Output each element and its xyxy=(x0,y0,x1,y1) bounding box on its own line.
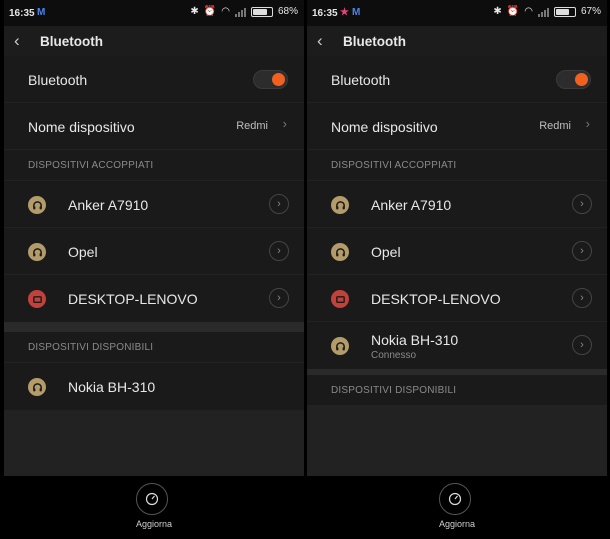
device-details-button[interactable]: › xyxy=(269,288,289,308)
section-label: DISPOSITIVI ACCOPPIATI xyxy=(331,160,457,171)
device-name: Opel xyxy=(371,244,401,260)
gmail-icon: M xyxy=(37,7,46,18)
gmail-icon: M xyxy=(352,7,361,18)
page-title: Bluetooth xyxy=(343,34,406,49)
available-device-item[interactable]: Nokia BH-310 xyxy=(4,363,304,410)
bottom-bar: Aggiorna xyxy=(4,476,304,539)
battery-percent: 68% xyxy=(277,6,298,17)
chevron-right-icon: › xyxy=(585,116,590,131)
battery-percent: 67% xyxy=(580,6,601,17)
chevron-right-icon: › xyxy=(282,116,287,131)
section-divider xyxy=(4,322,304,332)
computer-icon xyxy=(331,290,349,308)
header-bar: ‹ Bluetooth xyxy=(307,26,607,56)
list-empty-area xyxy=(4,410,304,480)
refresh-button[interactable] xyxy=(439,483,471,515)
bluetooth-toggle[interactable] xyxy=(556,70,591,89)
device-name-row[interactable]: Nome dispositivo Redmi › xyxy=(307,103,607,150)
section-label: DISPOSITIVI ACCOPPIATI xyxy=(28,160,154,171)
status-bar: 16:35 M ✱ ⏰ ◠ 68% xyxy=(4,0,304,26)
battery-icon xyxy=(250,7,273,17)
headphones-icon xyxy=(28,378,46,396)
bluetooth-icon: ✱ xyxy=(190,6,199,17)
connection-status: Connesso xyxy=(371,350,417,361)
paired-devices-header: DISPOSITIVI ACCOPPIATI xyxy=(307,150,607,181)
status-time: 16:35 xyxy=(9,8,35,19)
back-arrow-icon[interactable]: ‹ xyxy=(317,31,323,51)
wifi-icon: ◠ xyxy=(221,6,230,17)
headphones-icon xyxy=(28,243,46,261)
paired-device-item[interactable]: DESKTOP-LENOVO › xyxy=(4,275,304,322)
device-name-value: Redmi xyxy=(539,120,571,132)
signal-icon xyxy=(537,7,549,17)
device-name: Opel xyxy=(68,244,98,260)
bluetooth-toggle-row[interactable]: Bluetooth xyxy=(4,56,304,103)
device-name-label: Nome dispositivo xyxy=(331,119,438,135)
device-name: Anker A7910 xyxy=(371,197,452,213)
settings-list: Bluetooth Nome dispositivo Redmi › DISPO… xyxy=(307,56,607,476)
section-label: DISPOSITIVI DISPONIBILI xyxy=(331,385,457,396)
screen-right: 16:35 ★ M ✱ ⏰ ◠ 67% ‹ Bluetooth Bluetoot… xyxy=(307,0,607,539)
back-arrow-icon[interactable]: ‹ xyxy=(14,31,20,51)
alarm-icon: ⏰ xyxy=(203,6,217,17)
refresh-label: Aggiorna xyxy=(135,519,173,529)
device-name-value: Redmi xyxy=(236,120,268,132)
available-devices-header: DISPOSITIVI DISPONIBILI xyxy=(4,332,304,363)
screen-left: 16:35 M ✱ ⏰ ◠ 68% ‹ Bluetooth Bluetooth … xyxy=(4,0,304,539)
device-name-row[interactable]: Nome dispositivo Redmi › xyxy=(4,103,304,150)
bluetooth-icon: ✱ xyxy=(493,6,502,17)
refresh-button[interactable] xyxy=(136,483,168,515)
device-name: DESKTOP-LENOVO xyxy=(371,291,501,307)
device-details-button[interactable]: › xyxy=(572,194,592,214)
settings-list: Bluetooth Nome dispositivo Redmi › DISPO… xyxy=(4,56,304,480)
star-icon: ★ xyxy=(340,7,349,18)
alarm-icon: ⏰ xyxy=(506,6,520,17)
paired-device-item[interactable]: Anker A7910 › xyxy=(4,181,304,228)
bluetooth-label: Bluetooth xyxy=(28,72,88,88)
paired-device-item[interactable]: Anker A7910 › xyxy=(307,181,607,228)
bluetooth-toggle-row[interactable]: Bluetooth xyxy=(307,56,607,103)
list-empty-area xyxy=(307,406,607,476)
paired-device-item[interactable]: DESKTOP-LENOVO › xyxy=(307,275,607,322)
signal-icon xyxy=(234,7,246,17)
status-bar: 16:35 ★ M ✱ ⏰ ◠ 67% xyxy=(307,0,607,26)
header-bar: ‹ Bluetooth xyxy=(4,26,304,56)
device-name: Nokia BH-310 xyxy=(371,332,459,348)
bluetooth-label: Bluetooth xyxy=(331,72,391,88)
refresh-icon xyxy=(448,492,462,506)
device-details-button[interactable]: › xyxy=(269,241,289,261)
paired-devices-header: DISPOSITIVI ACCOPPIATI xyxy=(4,150,304,181)
computer-icon xyxy=(28,290,46,308)
bluetooth-toggle[interactable] xyxy=(253,70,288,89)
paired-device-item[interactable]: Opel › xyxy=(307,228,607,275)
device-name: Anker A7910 xyxy=(68,197,149,213)
headphones-icon xyxy=(331,243,349,261)
page-title: Bluetooth xyxy=(40,34,103,49)
device-details-button[interactable]: › xyxy=(572,288,592,308)
paired-device-item[interactable]: Nokia BH-310 Connesso › xyxy=(307,322,607,369)
device-details-button[interactable]: › xyxy=(572,335,592,355)
device-name: DESKTOP-LENOVO xyxy=(68,291,198,307)
refresh-label: Aggiorna xyxy=(438,519,476,529)
paired-device-item[interactable]: Opel › xyxy=(4,228,304,275)
status-time: 16:35 xyxy=(312,8,338,19)
headphones-icon xyxy=(28,196,46,214)
wifi-icon: ◠ xyxy=(524,6,533,17)
device-name: Nokia BH-310 xyxy=(68,379,156,395)
device-details-button[interactable]: › xyxy=(269,194,289,214)
headphones-icon xyxy=(331,196,349,214)
device-details-button[interactable]: › xyxy=(572,241,592,261)
battery-icon xyxy=(553,7,576,17)
headphones-icon xyxy=(331,337,349,355)
device-name-label: Nome dispositivo xyxy=(28,119,135,135)
bottom-bar: Aggiorna xyxy=(307,476,607,539)
section-label: DISPOSITIVI DISPONIBILI xyxy=(28,342,154,353)
available-devices-header: DISPOSITIVI DISPONIBILI xyxy=(307,375,607,406)
refresh-icon xyxy=(145,492,159,506)
